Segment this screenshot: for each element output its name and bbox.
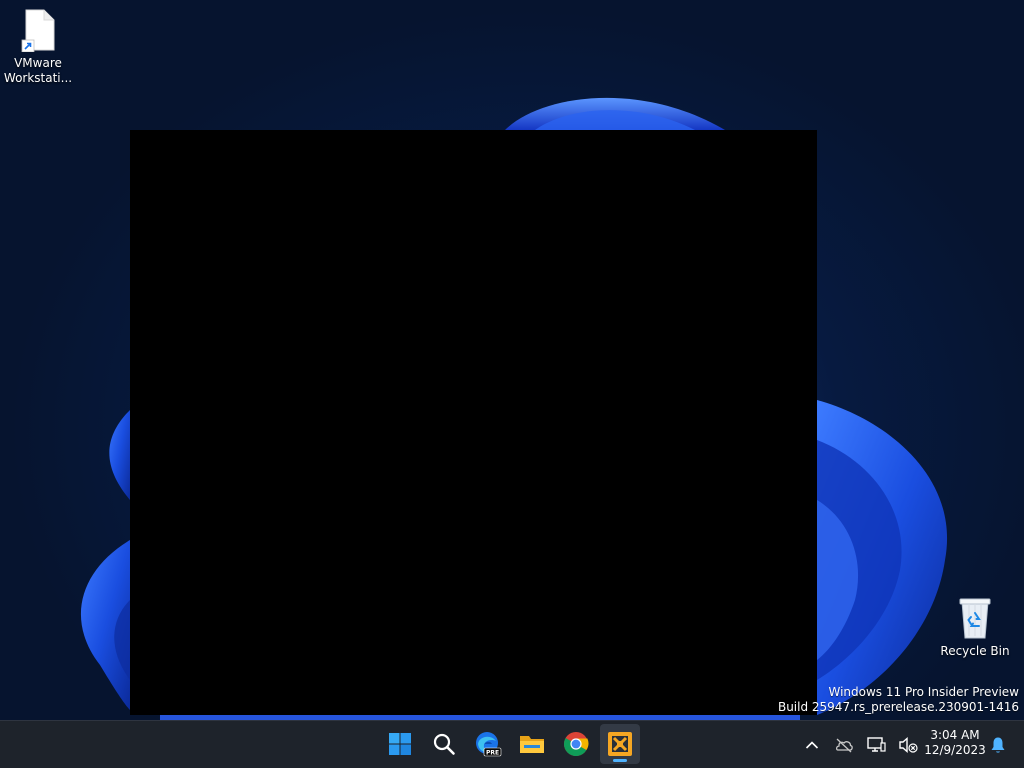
network-icon xyxy=(867,737,886,752)
desktop-icon-label: Recycle Bin xyxy=(940,644,1010,658)
desktop-icon-label: VMware Workstati... xyxy=(3,56,73,85)
edge-pre-badge: PRE xyxy=(486,749,499,756)
network-button[interactable] xyxy=(860,725,892,765)
chrome-icon xyxy=(563,732,589,757)
search-button[interactable] xyxy=(424,724,464,764)
windows-logo-icon xyxy=(389,733,411,755)
search-icon xyxy=(433,733,455,755)
recycle-bin-icon xyxy=(959,598,991,639)
edge-pre-icon: PRE xyxy=(476,732,502,757)
clock-time: 3:04 AM xyxy=(930,728,980,742)
watermark-edition: Windows 11 Pro Insider Preview xyxy=(828,685,1019,699)
file-explorer-button[interactable] xyxy=(512,724,552,764)
notification-bell-icon xyxy=(991,737,1005,753)
notification-area xyxy=(982,725,1014,765)
volume-muted-icon xyxy=(899,736,918,754)
clock-button[interactable]: 3:04 AM 12/9/2023 xyxy=(918,726,992,764)
taskbar: PRE 3:04 AM 12/9/2023 xyxy=(0,720,1024,768)
vmware-button[interactable] xyxy=(600,724,640,764)
windows-build-watermark: Windows 11 Pro Insider Preview Build 259… xyxy=(778,685,1019,715)
chevron-up-icon xyxy=(805,741,819,749)
system-tray xyxy=(796,725,924,765)
desktop-icon-recycle-bin[interactable]: Recycle Bin xyxy=(937,596,1013,659)
chrome-button[interactable] xyxy=(556,724,596,764)
watermark-build: Build 25947.rs_prerelease.230901-1416 xyxy=(777,700,1019,714)
clock-date: 12/9/2023 xyxy=(924,743,986,757)
file-shortcut-icon xyxy=(21,9,55,52)
onedrive-status-button[interactable] xyxy=(828,725,860,765)
desktop-icon-vmware[interactable]: VMware Workstati... xyxy=(0,8,76,86)
cloud-offline-icon xyxy=(835,738,853,753)
notifications-button[interactable] xyxy=(982,725,1014,765)
edge-pre-button[interactable]: PRE xyxy=(468,724,508,764)
folder-icon xyxy=(520,736,544,753)
blank-app-window[interactable] xyxy=(130,130,817,715)
start-button[interactable] xyxy=(380,724,420,764)
desktop[interactable]: VMware Workstati... Recycle Bin Windows … xyxy=(0,0,1024,720)
running-indicator xyxy=(613,759,627,762)
show-hidden-icons-button[interactable] xyxy=(796,725,828,765)
taskbar-pins: PRE xyxy=(380,724,640,764)
vmware-icon xyxy=(608,732,632,756)
